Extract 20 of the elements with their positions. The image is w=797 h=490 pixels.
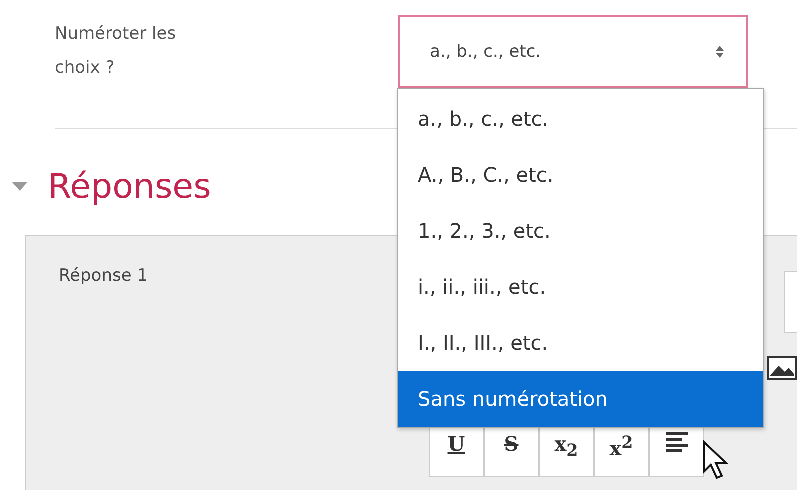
section-heading: Réponses bbox=[48, 167, 212, 207]
dropdown-option[interactable]: i., ii., iii., etc. bbox=[398, 259, 763, 315]
format-button[interactable]: x$_{2}$ bbox=[539, 425, 594, 477]
format-button[interactable]: U bbox=[429, 425, 484, 477]
image-icon[interactable] bbox=[767, 356, 797, 380]
dropdown-option[interactable]: A., B., C., etc. bbox=[398, 147, 763, 203]
field-label: Numéroter les choix ? bbox=[55, 23, 178, 80]
collapse-triangle-icon[interactable] bbox=[12, 182, 28, 192]
answer-input-field[interactable] bbox=[784, 271, 797, 333]
align-button[interactable] bbox=[649, 425, 704, 477]
numbering-select[interactable]: a., b., c., etc. bbox=[398, 15, 748, 88]
mouse-pointer-icon bbox=[702, 440, 730, 480]
dropdown-option[interactable]: I., II., III., etc. bbox=[398, 315, 763, 371]
format-button[interactable]: S bbox=[484, 425, 539, 477]
format-button[interactable]: x$^{2}$ bbox=[594, 425, 649, 477]
dropdown-option[interactable]: Sans numérotation bbox=[398, 371, 763, 427]
dropdown-option[interactable]: a., b., c., etc. bbox=[398, 91, 763, 147]
align-icon bbox=[666, 432, 688, 452]
up-down-arrows-icon bbox=[716, 46, 724, 58]
dropdown-option[interactable]: 1., 2., 3., etc. bbox=[398, 203, 763, 259]
